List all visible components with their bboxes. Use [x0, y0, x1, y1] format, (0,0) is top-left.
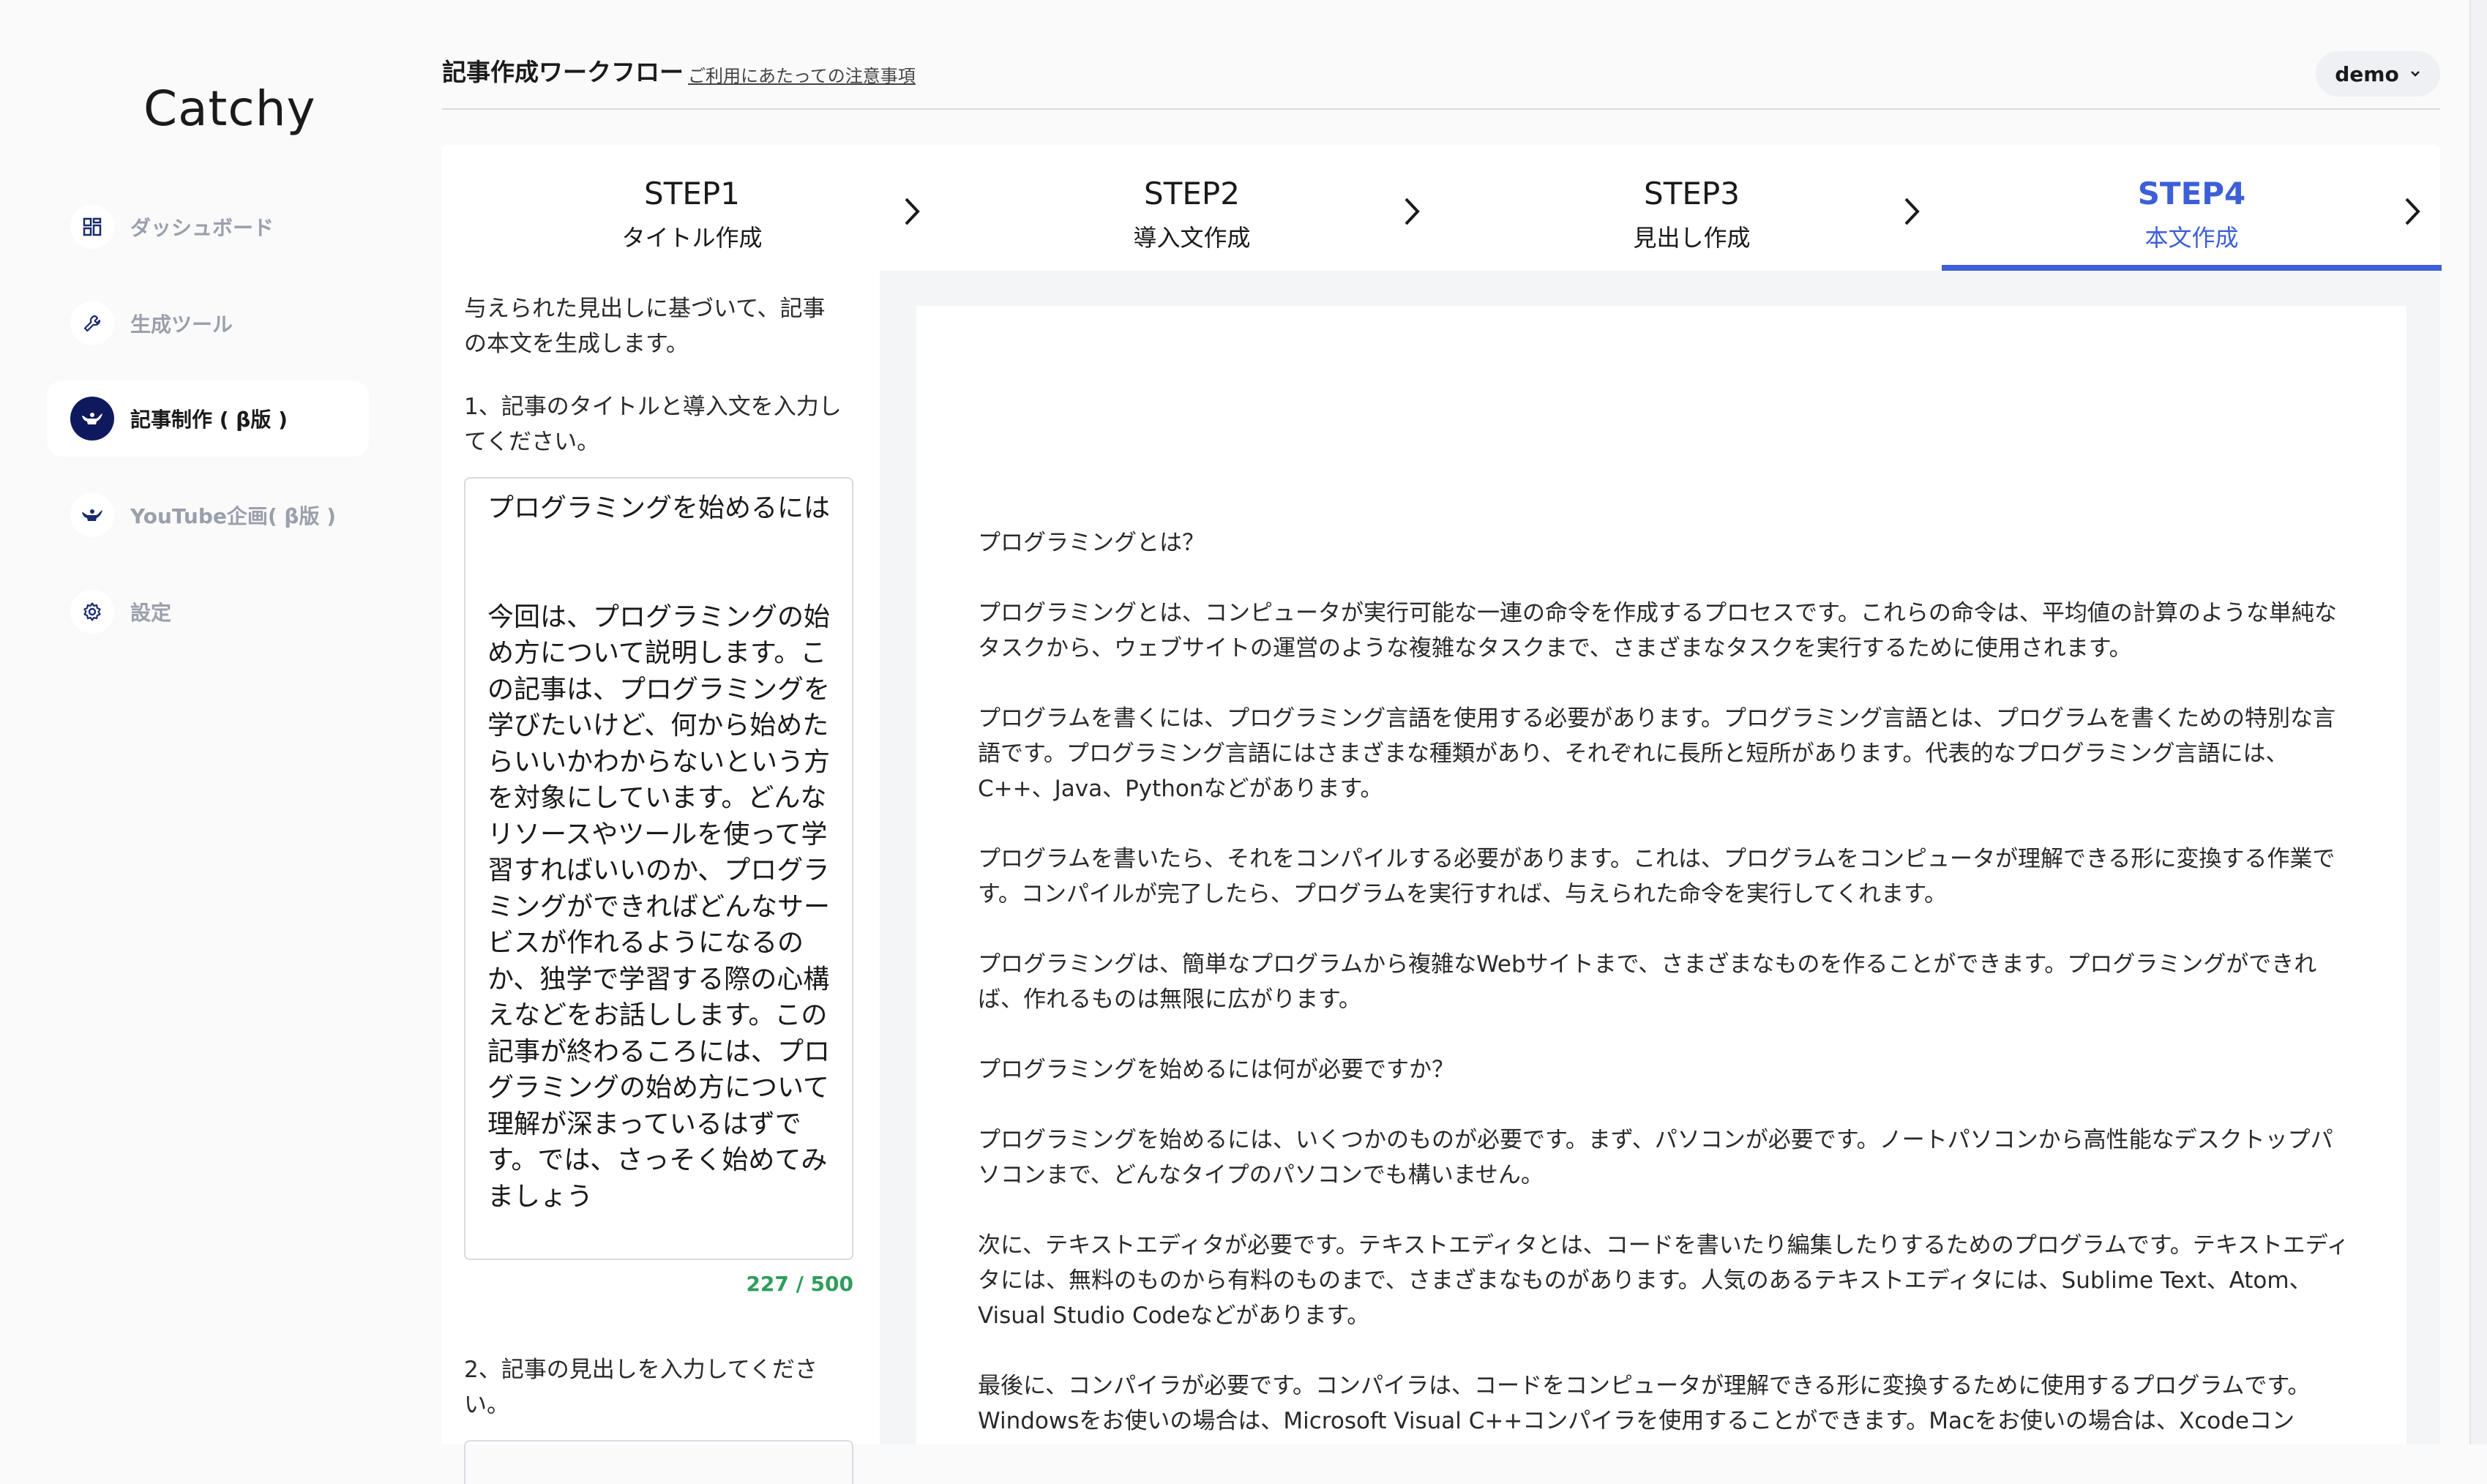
sidebar-item-label: 生成ツール — [130, 312, 233, 337]
chevron-down-icon — [2410, 71, 2420, 77]
notice-link[interactable]: ご利用にあたっての注意事項 — [688, 61, 916, 87]
dashboard-grid-icon — [70, 205, 114, 249]
article-paragraph: プログラミングを始めるには、いくつかのものが必要です。まず、パソコンが必要です。… — [978, 1127, 2333, 1188]
article-body: プログラミングとは？ プログラミングとは、コンピュータが実行可能な一連の命令を作… — [978, 525, 2354, 1474]
user-name: demo — [2335, 61, 2399, 86]
article-heading: プログラミングを始めるには何が必要ですか？ — [978, 1057, 1454, 1083]
character-counter: 227 / 500 — [746, 1272, 853, 1296]
tab-step3[interactable]: STEP3 見出し作成 — [1442, 145, 1942, 271]
chevron-right-icon — [905, 198, 920, 225]
app-logo[interactable]: Catchy — [143, 80, 316, 137]
sidebar-item-settings[interactable]: 設定 — [47, 574, 369, 650]
article-paragraph: プログラミングは、簡単なプログラムから複雑なWebサイトまで、さまざまなものを作… — [978, 951, 2317, 1013]
article-paragraph: プログラミングとは、コンピュータが実行可能な一連の命令を作成するプロセスです。こ… — [978, 600, 2337, 662]
page-title: 記事作成ワークフロー — [442, 58, 684, 86]
article-paragraph: 最後に、コンパイラが必要です。コンパイラは、コードをコンピュータが理解できる形に… — [978, 1373, 2311, 1434]
sidebar: Catchy ダッシュボード 生成ツール 記事制作 ( β版 ) YouTube… — [0, 0, 417, 1444]
user-menu-button[interactable]: demo — [2316, 51, 2440, 97]
article-paragraph: プログラムを書くには、プログラミング言語を使用する必要があります。プログラミング… — [978, 705, 2336, 802]
header-divider — [442, 108, 2440, 110]
step-tabs: STEP1 タイトル作成 STEP2 導入文作成 STEP3 見出し作成 STE… — [442, 145, 2442, 271]
input-column: 与えられた見出しに基づいて、記事の本文を生成します。 1、記事のタイトルと導入文… — [464, 291, 853, 1484]
tab-step2[interactable]: STEP2 導入文作成 — [942, 145, 1442, 271]
chevron-right-icon — [2405, 198, 2420, 225]
genie-lamp-icon — [70, 493, 114, 537]
sidebar-item-article[interactable]: 記事制作 ( β版 ) — [47, 381, 369, 457]
genie-lamp-icon — [70, 397, 114, 441]
sidebar-item-label: YouTube企画( β版 ) — [130, 504, 336, 528]
wrench-icon — [70, 301, 114, 345]
sidebar-item-label: ダッシュボード — [130, 216, 274, 240]
article-paragraph: 次に、テキストエディタが必要です。テキストエディタとは、コードを書いたり編集した… — [978, 1232, 2349, 1329]
step-description: 与えられた見出しに基づいて、記事の本文を生成します。 — [464, 296, 826, 357]
title-intro-textarea[interactable]: プログラミングを始めるには 今回は、プログラミングの始め方について説明します。こ… — [464, 477, 853, 1260]
tab-step4[interactable]: STEP4 本文作成 — [1942, 145, 2442, 271]
chevron-right-icon — [1405, 198, 1420, 225]
sidebar-item-youtube[interactable]: YouTube企画( β版 ) — [47, 477, 369, 553]
headings-textarea[interactable] — [464, 1440, 853, 1484]
step-number: STEP2 — [1144, 176, 1240, 211]
page-header: 記事作成ワークフロー ご利用にあたっての注意事項 demo — [442, 0, 2440, 110]
step-number: STEP1 — [644, 176, 740, 211]
window-scrollbar[interactable] — [2469, 0, 2487, 1444]
headings-prompt: 2、記事の見出しを入力してください。 — [464, 1357, 818, 1418]
title-intro-prompt: 1、記事のタイトルと導入文を入力してください。 — [464, 394, 842, 455]
chevron-right-icon — [1904, 198, 1920, 225]
step-label: タイトル作成 — [621, 224, 763, 252]
step-label: 本文作成 — [2144, 224, 2239, 252]
generated-article: プログラミングとは？ プログラミングとは、コンピュータが実行可能な一連の命令を作… — [916, 306, 2406, 1444]
step-number: STEP3 — [1644, 176, 1740, 211]
gear-icon — [70, 590, 114, 634]
article-heading: プログラミングとは？ — [978, 530, 1205, 556]
sidebar-item-label: 記事制作 ( β版 ) — [130, 408, 288, 432]
step-label: 導入文作成 — [1133, 224, 1251, 252]
sidebar-item-label: 設定 — [130, 601, 172, 625]
step-label: 見出し作成 — [1633, 224, 1751, 252]
step-number: STEP4 — [2137, 176, 2246, 211]
sidebar-item-tools[interactable]: 生成ツール — [47, 285, 369, 361]
tab-step1[interactable]: STEP1 タイトル作成 — [442, 145, 942, 271]
article-paragraph: プログラムを書いたら、それをコンパイルする必要があります。これは、プログラムをコ… — [978, 846, 2335, 907]
sidebar-item-dashboard[interactable]: ダッシュボード — [47, 189, 369, 265]
